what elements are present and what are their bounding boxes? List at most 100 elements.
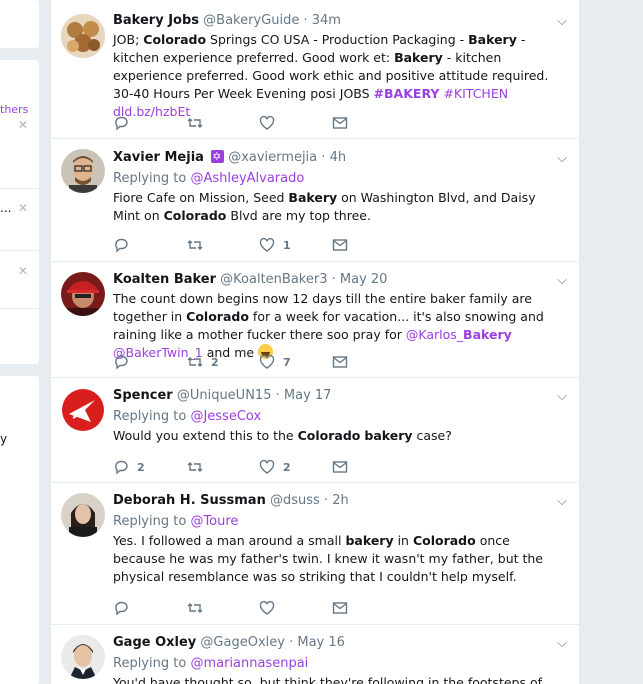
- tweet[interactable]: Gage Oxley @GageOxley · May 16 Replying …: [51, 625, 579, 684]
- timestamp[interactable]: May 20: [340, 272, 388, 287]
- avatar[interactable]: [61, 14, 105, 58]
- like-button[interactable]: [259, 599, 275, 617]
- message-button[interactable]: [332, 599, 348, 617]
- user-handle[interactable]: @GageOxley: [200, 635, 285, 650]
- reply-icon: [115, 355, 128, 370]
- message-button[interactable]: [332, 458, 348, 476]
- heart-icon: [259, 115, 275, 130]
- highlighted-term: bakery: [345, 533, 394, 548]
- reply-button[interactable]: [113, 353, 137, 371]
- heart-icon: [259, 459, 275, 474]
- like-button[interactable]: 1: [259, 236, 291, 254]
- timestamp[interactable]: 4h: [330, 150, 347, 165]
- highlighted-term: Colorado: [186, 309, 249, 324]
- reply-button[interactable]: 2: [113, 458, 145, 476]
- tweet-actions: 2 7: [113, 353, 413, 371]
- reply-button[interactable]: [113, 599, 129, 617]
- retweet-button[interactable]: [187, 236, 211, 254]
- heart-icon: [259, 600, 275, 615]
- like-button[interactable]: 7: [259, 353, 291, 371]
- highlighted-term: Colorado: [412, 533, 476, 548]
- replying-to: Replying to @mariannasenpai: [113, 656, 309, 671]
- reply-mention-link[interactable]: @Toure: [190, 514, 238, 529]
- message-button[interactable]: [332, 236, 348, 254]
- chevron-down-icon[interactable]: ⌵: [557, 636, 567, 651]
- reply-icon: [115, 601, 128, 616]
- like-button[interactable]: 2: [259, 458, 291, 476]
- retweet-count: 2: [211, 355, 219, 369]
- link[interactable]: #KITCHEN: [443, 86, 508, 101]
- tweet-text: The count down begins now 12 days till t…: [113, 291, 544, 360]
- retweet-button[interactable]: 2: [187, 353, 219, 371]
- heart-icon: [259, 354, 275, 369]
- tweet-text: Yes. I followed a man around a small bak…: [113, 533, 543, 584]
- chevron-down-icon[interactable]: ⌵: [557, 273, 567, 288]
- avatar[interactable]: [61, 388, 105, 432]
- display-name[interactable]: Xavier Mejia: [113, 150, 204, 165]
- tweet-text: You'd have thought so, but think they're…: [113, 675, 542, 684]
- tweet-header: Gage Oxley @GageOxley · May 16: [113, 635, 345, 650]
- timestamp[interactable]: May 17: [284, 388, 332, 403]
- timestamp[interactable]: 34m: [312, 13, 341, 28]
- tweet-actions: [113, 114, 413, 132]
- highlighted-term: Colorado: [143, 32, 207, 47]
- user-handle[interactable]: @UniqueUN15: [177, 388, 272, 403]
- retweet-button[interactable]: [187, 114, 203, 132]
- avatar[interactable]: [61, 493, 105, 537]
- retweet-button[interactable]: [187, 458, 211, 476]
- sidebar-card-trends: thers ✕ ... ✕ ✕: [0, 60, 39, 364]
- chevron-down-icon[interactable]: ⌵: [557, 14, 567, 29]
- avatar[interactable]: [61, 272, 105, 316]
- reply-mention-link[interactable]: @JesseCox: [190, 409, 261, 424]
- like-button[interactable]: [259, 114, 275, 132]
- dismiss-icon[interactable]: ✕: [18, 118, 28, 132]
- display-name[interactable]: Spencer: [113, 388, 173, 403]
- link[interactable]: #BAKERY: [374, 86, 440, 101]
- tweet[interactable]: Xavier Mejia @xaviermejia · 4h Replying …: [51, 139, 579, 262]
- heart-icon: [259, 237, 275, 252]
- display-name[interactable]: Bakery Jobs: [113, 13, 199, 28]
- replying-to: Replying to @JesseCox: [113, 409, 262, 424]
- user-handle[interactable]: @KoaltenBaker3: [220, 272, 327, 287]
- sidebar-fragment[interactable]: ...: [0, 201, 11, 215]
- tweet[interactable]: Spencer @UniqueUN15 · May 17 Replying to…: [51, 378, 579, 483]
- tweet-text: JOB; Colorado Springs CO USA - Productio…: [113, 32, 549, 119]
- tweet-header: Bakery Jobs @BakeryGuide · 34m: [113, 13, 341, 28]
- link[interactable]: @Karlos_: [406, 327, 463, 342]
- highlighted-term: Colorado: [163, 208, 227, 223]
- display-name[interactable]: Koalten Baker: [113, 272, 216, 287]
- user-handle[interactable]: @BakeryGuide: [203, 13, 299, 28]
- reply-button[interactable]: [113, 236, 137, 254]
- display-name[interactable]: Gage Oxley: [113, 635, 196, 650]
- dismiss-icon[interactable]: ✕: [18, 264, 28, 278]
- tweet-text: Fiore Cafe on Mission, Seed Bakery on Wa…: [113, 190, 536, 223]
- timeline: Bakery Jobs @BakeryGuide · 34m JOB; Colo…: [51, 0, 579, 684]
- chevron-down-icon[interactable]: ⌵: [557, 389, 567, 404]
- timestamp[interactable]: May 16: [297, 635, 345, 650]
- sidebar-fragment[interactable]: thers: [0, 103, 28, 116]
- user-handle[interactable]: @xaviermejia: [228, 150, 317, 165]
- retweet-icon: [187, 603, 203, 613]
- tweet[interactable]: Bakery Jobs @BakeryGuide · 34m JOB; Colo…: [51, 0, 579, 139]
- reply-button[interactable]: [113, 114, 129, 132]
- dismiss-icon[interactable]: ✕: [18, 201, 28, 215]
- message-button[interactable]: [332, 353, 348, 371]
- link[interactable]: Bakery: [463, 327, 512, 342]
- tweet[interactable]: Deborah H. Sussman @dsuss · 2h Replying …: [51, 483, 579, 625]
- chevron-down-icon[interactable]: ⌵: [557, 151, 567, 166]
- reply-mention-link[interactable]: @AshleyAlvarado: [190, 171, 304, 186]
- highlighted-term: Bakery: [468, 32, 517, 47]
- retweet-button[interactable]: [187, 599, 203, 617]
- display-name[interactable]: Deborah H. Sussman: [113, 493, 266, 508]
- user-handle[interactable]: @dsuss: [270, 493, 320, 508]
- timestamp[interactable]: 2h: [332, 493, 349, 508]
- avatar[interactable]: [61, 635, 105, 679]
- avatar[interactable]: [61, 149, 105, 193]
- reply-icon: [115, 116, 128, 131]
- message-button[interactable]: [332, 114, 348, 132]
- replying-to: Replying to @Toure: [113, 514, 239, 529]
- retweet-icon: [187, 462, 203, 472]
- chevron-down-icon[interactable]: ⌵: [557, 494, 567, 509]
- reply-mention-link[interactable]: @mariannasenpai: [190, 656, 308, 671]
- tweet[interactable]: Koalten Baker @KoaltenBaker3 · May 20 Th…: [51, 262, 579, 378]
